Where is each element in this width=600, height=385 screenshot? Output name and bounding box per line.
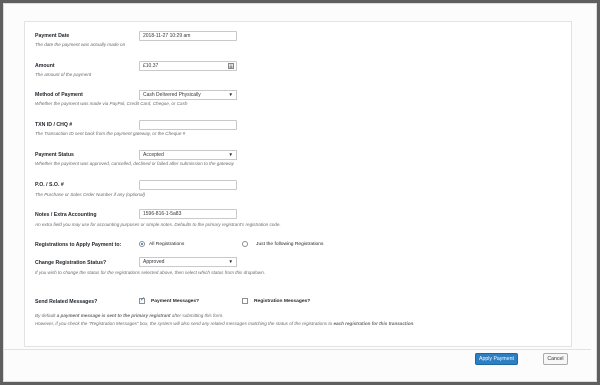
method-help: Whether the payment was made via PayPal,… (35, 101, 188, 106)
info-text: By default (35, 313, 57, 318)
messages-info-line-2: However, if you check the "Registration … (35, 321, 415, 326)
po-label: P.O. / S.O. # (35, 182, 64, 188)
notes-help: An extra field you may use for accountin… (35, 222, 281, 227)
info-text: after submitting this form. (170, 313, 224, 318)
messages-info-line-1: By default a payment message is sent to … (35, 313, 223, 318)
following-registrations-radio[interactable] (242, 241, 248, 247)
amount-help: The amount of the payment (35, 72, 92, 77)
change-status-label: Change Registration Status? (35, 260, 107, 266)
all-registrations-label[interactable]: All Registrations (149, 242, 184, 247)
txn-id-label: TXN ID / CHQ # (35, 122, 73, 128)
payment-date-input[interactable]: 2018-11-27 10:29 am (139, 31, 237, 41)
registration-messages-label[interactable]: Registration Messages? (254, 299, 310, 304)
checkmark-icon: ✓ (140, 297, 146, 303)
txn-id-help: The Transaction ID sent back from the pa… (35, 131, 186, 136)
amount-label: Amount (35, 63, 55, 69)
notes-label: Notes / Extra Accounting (35, 212, 97, 218)
chevron-down-icon: ▼ (228, 92, 233, 97)
change-status-select[interactable]: Approved ▼ (139, 257, 237, 267)
payment-status-value: Accepted (143, 152, 164, 158)
po-input[interactable] (139, 180, 237, 190)
registrations-label: Registrations to Apply Payment to: (35, 242, 122, 248)
po-help: The Purchase or Sales Order Number if an… (35, 192, 146, 197)
registration-messages-checkbox[interactable] (242, 298, 248, 304)
method-select[interactable]: Cash Delivered Physically ▼ (139, 90, 237, 100)
chevron-down-icon: ▼ (228, 259, 233, 264)
all-registrations-radio[interactable] (139, 241, 145, 247)
change-status-value: Approved (143, 259, 165, 265)
method-label: Method of Payment (35, 92, 83, 98)
change-status-help: If you wish to change the status for the… (35, 270, 266, 275)
amount-value: £10.37 (143, 63, 159, 69)
payment-date-label: Payment Date (35, 33, 70, 39)
info-emphasis: a payment message is sent to the primary… (56, 313, 171, 318)
footer-divider (3, 349, 591, 350)
info-text: However, if you check the "Registration … (35, 321, 334, 326)
amount-input[interactable]: £10.37 (139, 61, 237, 71)
payment-date-help: The date the payment was actually made o… (35, 42, 126, 47)
apply-payment-button[interactable]: Apply Payment (475, 353, 518, 365)
cancel-button[interactable]: Cancel (543, 353, 568, 365)
info-text: . (413, 321, 415, 326)
method-value: Cash Delivered Physically (143, 92, 201, 98)
calculator-icon[interactable] (228, 63, 234, 69)
following-registrations-label[interactable]: Just the following Registrations (256, 242, 323, 247)
payment-status-select[interactable]: Accepted ▼ (139, 150, 237, 160)
send-messages-label: Send Related Messages? (35, 299, 98, 305)
payment-messages-label[interactable]: Payment Messages? (151, 299, 199, 304)
chevron-down-icon: ▼ (228, 152, 233, 157)
notes-input[interactable]: 1596-816-1-5a83 (139, 209, 237, 219)
payment-status-help: Whether the payment was approved, cancel… (35, 161, 234, 166)
payment-status-label: Payment Status (35, 152, 74, 158)
txn-id-input[interactable] (139, 120, 237, 130)
info-emphasis: each registration for this transaction (333, 321, 414, 326)
payment-messages-checkbox[interactable]: ✓ (139, 297, 146, 304)
